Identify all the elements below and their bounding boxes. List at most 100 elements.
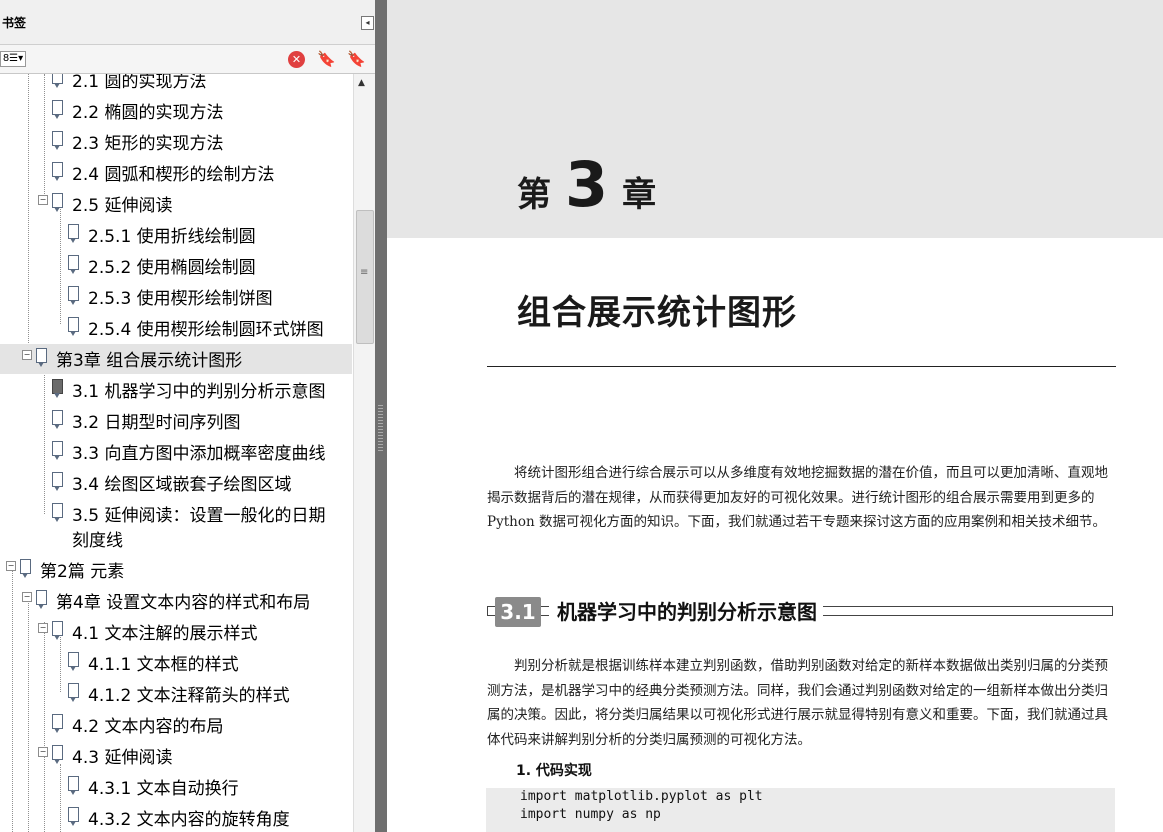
bookmark-item[interactable]: 2.5.3 使用楔形绘制饼图: [0, 282, 352, 312]
bookmark-label: 2.5.2 使用椭圆绘制圆: [88, 258, 256, 278]
collapse-toggle-icon[interactable]: −: [38, 747, 48, 757]
bookmark-label: 4.3.2 文本内容的旋转角度: [88, 810, 290, 830]
bookmark-label: 2.5.1 使用折线绘制圆: [88, 227, 256, 247]
delete-bookmark-icon[interactable]: ✕: [288, 51, 305, 68]
bookmark-icon: [52, 745, 63, 764]
bookmark-label: 4.3.1 文本自动换行: [88, 779, 239, 799]
section-paragraph: 判别分析就是根据训练样本建立判别函数，借助判别函数对给定的新样本数据做出类别归属…: [487, 658, 1108, 748]
bookmark-icon: [68, 652, 79, 671]
section-heading: 3.1 机器学习中的判别分析示意图: [487, 597, 1114, 627]
bookmark-icon: [68, 286, 79, 305]
section-number-badge: 3.1: [495, 597, 541, 627]
panel-splitter[interactable]: [375, 0, 387, 832]
bookmark-icon: [52, 441, 63, 460]
bookmark-item[interactable]: − 2.5 延伸阅读: [0, 189, 352, 219]
collapse-toggle-icon[interactable]: −: [22, 592, 32, 602]
chapter-header-band: [387, 0, 1163, 238]
bookmark-item[interactable]: 2.5.2 使用椭圆绘制圆: [0, 251, 352, 281]
bookmark-label: 2.4 圆弧和楔形的绘制方法: [72, 165, 275, 185]
subheading: 1. 代码实现: [516, 763, 592, 779]
bookmark-label: 4.1.1 文本框的样式: [88, 655, 239, 675]
new-bookmark-icon[interactable]: 🔖: [317, 50, 336, 68]
bookmark-label: 2.5.4 使用楔形绘制圆环式饼图: [88, 320, 324, 340]
options-menu-icon[interactable]: 8☰▾: [0, 51, 26, 67]
intro-paragraph: 将统计图形组合进行综合展示可以从多维度有效地挖掘数据的潜在价值，而且可以更加清晰…: [487, 465, 1108, 530]
chapter-title-rule: [487, 366, 1116, 367]
bookmark-icon: [36, 348, 47, 367]
bookmark-icon: [52, 100, 63, 119]
bookmark-label: 4.1 文本注解的展示样式: [72, 624, 258, 644]
bookmark-icon: [52, 714, 63, 733]
bookmark-item[interactable]: 4.3.1 文本自动换行: [0, 772, 352, 802]
bookmark-label-continued: 刻度线: [72, 531, 123, 551]
chapter-title: 组合展示统计图形: [517, 293, 797, 333]
bookmark-item[interactable]: 2.5.4 使用楔形绘制圆环式饼图: [0, 313, 352, 343]
bookmark-item[interactable]: − 4.1 文本注解的展示样式: [0, 617, 352, 647]
code-block: import matplotlib.pyplot as plt import n…: [486, 788, 1115, 832]
bookmark-label: 2.5 延伸阅读: [72, 196, 173, 216]
bookmark-icon: [52, 131, 63, 150]
bookmark-tree: 2.1 圆的实现方法 2.2 椭圆的实现方法 2.3 矩形的实现方法 2.4 圆…: [0, 74, 353, 832]
bookmark-label: 2.1 圆的实现方法: [72, 74, 207, 92]
bookmark-item[interactable]: 2.5.1 使用折线绘制圆: [0, 220, 352, 250]
bookmark-icon: [52, 621, 63, 640]
bookmark-icon: [68, 224, 79, 243]
bookmark-icon: [68, 317, 79, 336]
bookmark-item[interactable]: 3.3 向直方图中添加概率密度曲线: [0, 437, 352, 467]
chapter-number: 3: [565, 148, 609, 221]
scrollbar-thumb[interactable]: ≡: [356, 210, 374, 344]
bookmark-item-selected[interactable]: − 第3章 组合展示统计图形: [0, 344, 352, 374]
chapter-prefix: 第: [517, 175, 551, 215]
bookmark-icon: [68, 807, 79, 826]
collapse-toggle-icon[interactable]: −: [6, 561, 16, 571]
bookmark-item[interactable]: 2.1 圆的实现方法: [0, 74, 352, 95]
bookmark-icon: [52, 193, 63, 212]
bookmark-item[interactable]: 4.1.2 文本注释箭头的样式: [0, 679, 352, 709]
bookmark-item[interactable]: 4.2 文本内容的布局: [0, 710, 352, 740]
bookmark-item[interactable]: 4.1.1 文本框的样式: [0, 648, 352, 678]
bookmark-item[interactable]: − 第4章 设置文本内容的样式和布局: [0, 586, 352, 616]
bookmark-item[interactable]: − 4.3 延伸阅读: [0, 741, 352, 771]
bookmark-icon: [52, 410, 63, 429]
bookmark-item[interactable]: 2.4 圆弧和楔形的绘制方法: [0, 158, 352, 188]
bookmark-icon: [68, 776, 79, 795]
bookmark-item[interactable]: 2.2 椭圆的实现方法: [0, 96, 352, 126]
bookmark-label: 第4章 设置文本内容的样式和布局: [56, 593, 311, 613]
bookmark-item[interactable]: 4.3.2 文本内容的旋转角度: [0, 803, 352, 832]
bookmark-icon: [52, 503, 63, 522]
bookmark-label: 第2篇 元素: [40, 562, 125, 582]
bookmark-label: 2.5.3 使用楔形绘制饼图: [88, 289, 273, 309]
bookmark-item[interactable]: 3.2 日期型时间序列图: [0, 406, 352, 436]
collapse-panel-button[interactable]: ◂: [361, 16, 374, 30]
bookmark-icon: [20, 559, 31, 578]
bookmark-label: 3.3 向直方图中添加概率密度曲线: [72, 444, 326, 464]
code-line: import numpy as np: [520, 807, 661, 822]
bookmark-icon: [68, 255, 79, 274]
bookmark-label: 3.2 日期型时间序列图: [72, 413, 241, 433]
bookmark-item[interactable]: 3.4 绘图区域嵌套子绘图区域: [0, 468, 352, 498]
collapse-toggle-icon[interactable]: −: [38, 195, 48, 205]
scroll-up-arrow-icon[interactable]: ▲: [358, 78, 365, 88]
bookmark-icon: [52, 162, 63, 181]
bookmark-label: 第3章 组合展示统计图形: [56, 351, 243, 371]
collapse-toggle-icon[interactable]: −: [22, 350, 32, 360]
bookmark-label: 4.2 文本内容的布局: [72, 717, 224, 737]
expand-bookmark-icon[interactable]: 🔖: [347, 50, 366, 68]
bookmark-icon: [68, 683, 79, 702]
bookmarks-panel: 书签 ◂ 8☰▾ ✕ 🔖 🔖 2.1 圆的实现方法 2.2 椭圆的实现方法 2.…: [0, 0, 375, 832]
panel-header: 书签 ◂: [0, 0, 375, 45]
collapse-toggle-icon[interactable]: −: [38, 623, 48, 633]
bookmark-label: 3.1 机器学习中的判别分析示意图: [72, 382, 326, 402]
bookmarks-scrollbar[interactable]: ▲ ≡: [353, 74, 375, 832]
bookmark-label: 2.2 椭圆的实现方法: [72, 103, 224, 123]
code-line: import matplotlib.pyplot as plt: [520, 789, 763, 804]
bookmark-icon: [52, 74, 63, 88]
bookmark-item[interactable]: 3.5 延伸阅读：设置一般化的日期 刻度线: [0, 499, 352, 553]
bookmark-item[interactable]: 2.3 矩形的实现方法: [0, 127, 352, 157]
bookmark-item[interactable]: 3.1 机器学习中的判别分析示意图: [0, 375, 352, 405]
bookmark-item[interactable]: − 第2篇 元素: [0, 555, 352, 585]
section-title: 机器学习中的判别分析示意图: [549, 597, 823, 627]
chapter-suffix: 章: [622, 175, 657, 215]
scroll-grip-icon: ≡: [360, 267, 369, 278]
bookmark-icon: [36, 590, 47, 609]
